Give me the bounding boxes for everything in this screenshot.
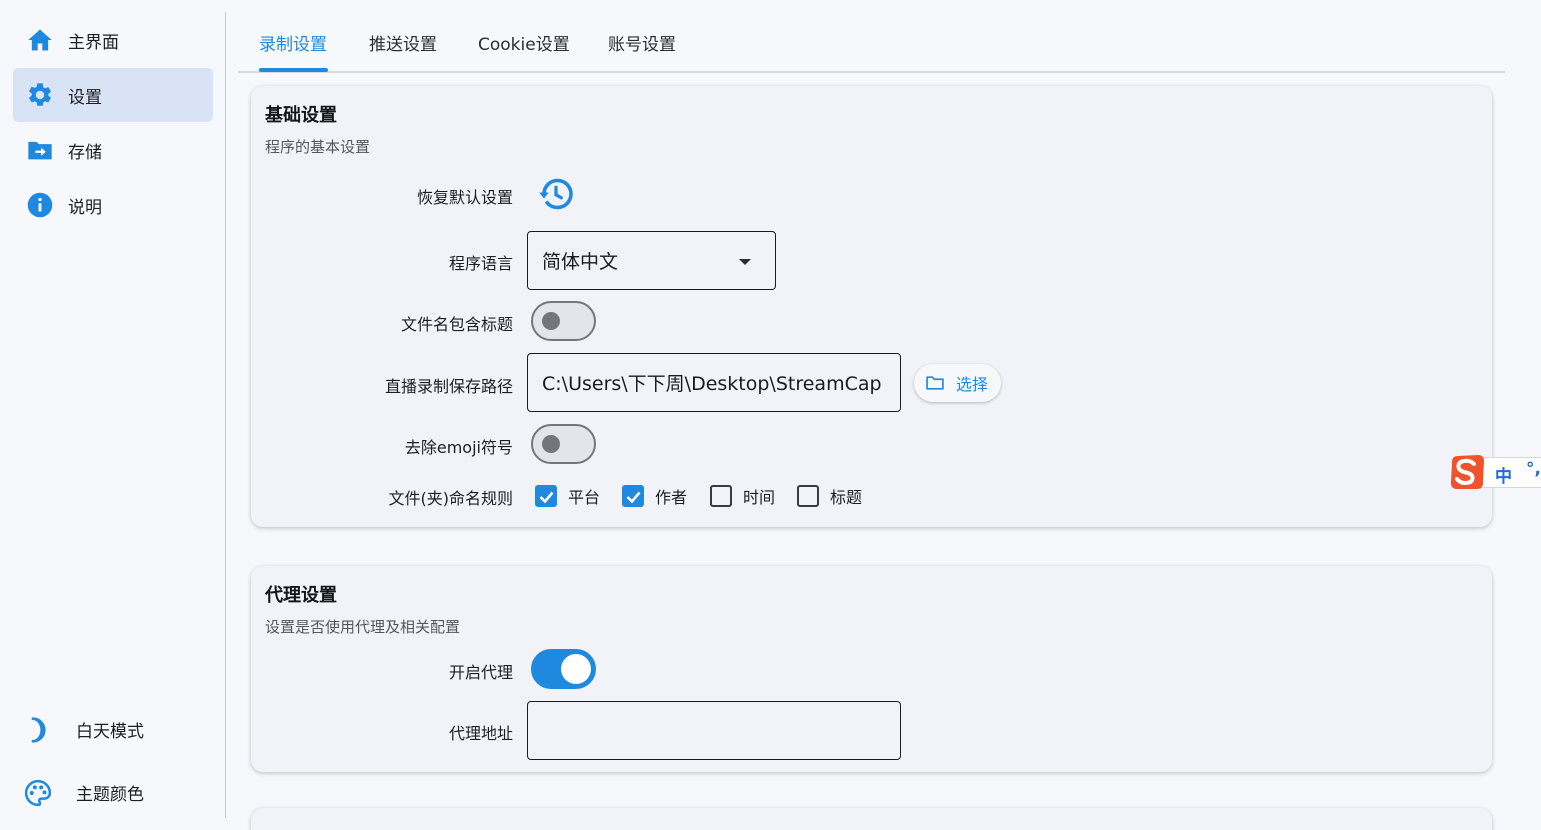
naming-option-platform[interactable]: 平台 — [535, 484, 600, 508]
ime-punctuation-label: °, — [1526, 459, 1541, 479]
folder-icon — [926, 376, 944, 390]
card-title: 代理设置 — [265, 585, 337, 606]
tab-recording-settings[interactable]: 录制设置 — [259, 30, 327, 55]
tab-push-settings[interactable]: 推送设置 — [369, 30, 437, 55]
choose-path-label: 选择 — [956, 375, 989, 394]
choose-path-button[interactable]: 选择 — [914, 364, 1001, 402]
home-icon — [28, 29, 52, 51]
checkbox-label: 时间 — [743, 488, 776, 507]
enable-proxy-label: 开启代理 — [448, 663, 513, 682]
naming-option-time[interactable]: 时间 — [710, 484, 775, 508]
sidebar-item-storage[interactable]: 存储 — [13, 123, 213, 177]
active-tab-indicator — [259, 68, 328, 72]
card-title: 基础设置 — [265, 105, 337, 126]
sidebar-item-label: 设置 — [68, 87, 102, 108]
moon-icon — [31, 717, 46, 743]
language-selected-value: 简体中文 — [542, 251, 619, 273]
palette-icon — [24, 779, 52, 807]
checkbox-unchecked[interactable] — [797, 485, 819, 507]
ime-mode-label: 中 — [1495, 467, 1512, 487]
filename-title-label: 文件名包含标题 — [400, 315, 513, 334]
folder-arrow-icon — [28, 141, 52, 160]
tab-cookie-settings[interactable]: Cookie设置 — [478, 30, 570, 55]
remove-emoji-switch[interactable] — [531, 424, 596, 464]
ime-toolbar[interactable]: 中 °, — [1448, 454, 1541, 491]
save-path-label: 直播录制保存路径 — [384, 377, 513, 396]
basic-settings-card: 基础设置 程序的基本设置 恢复默认设置 程序语言 简体中文 文件名包含标题 直播… — [251, 86, 1492, 527]
day-mode-label: 白天模式 — [76, 721, 144, 742]
checkbox-label: 作者 — [655, 488, 688, 507]
proxy-settings-card: 代理设置 设置是否使用代理及相关配置 开启代理 代理地址 — [251, 566, 1492, 772]
switch-knob — [561, 654, 591, 684]
language-dropdown[interactable]: 简体中文 — [527, 231, 776, 290]
naming-option-author[interactable]: 作者 — [622, 484, 687, 508]
proxy-address-input[interactable] — [527, 701, 901, 760]
card-subtitle: 设置是否使用代理及相关配置 — [265, 618, 461, 636]
checkbox-checked[interactable] — [535, 485, 557, 507]
checkbox-label: 标题 — [830, 488, 863, 507]
theme-color-label: 主题颜色 — [76, 784, 144, 805]
checkbox-label: 平台 — [568, 488, 601, 507]
remove-emoji-label: 去除emoji符号 — [404, 438, 513, 457]
sidebar-item-label: 主界面 — [68, 32, 119, 53]
sidebar-item-home[interactable]: 主界面 — [13, 13, 213, 67]
save-path-input[interactable] — [527, 353, 901, 412]
caret-down-icon — [739, 259, 751, 265]
filename-title-switch[interactable] — [531, 301, 596, 341]
theme-color-button[interactable]: 主题颜色 — [13, 767, 213, 817]
tab-account-settings[interactable]: 账号设置 — [608, 30, 676, 55]
naming-option-title[interactable]: 标题 — [797, 484, 862, 508]
sidebar-item-settings[interactable]: 设置 — [13, 68, 213, 122]
enable-proxy-switch[interactable] — [531, 649, 596, 689]
sidebar-item-about[interactable]: 说明 — [13, 178, 213, 232]
settings-tabs: 录制设置 推送设置 Cookie设置 账号设置 — [238, 12, 1505, 73]
checkbox-unchecked[interactable] — [710, 485, 732, 507]
app-window: 主界面 设置 存储 说明 白天模式 主题颜色 录制设置 推送设置 Cookie设… — [0, 0, 1541, 830]
proxy-address-label: 代理地址 — [448, 724, 513, 743]
restore-defaults-label: 恢复默认设置 — [416, 188, 513, 207]
switch-knob — [542, 435, 560, 453]
sogou-logo-icon — [1451, 455, 1484, 489]
gear-icon — [29, 83, 51, 106]
check-icon — [626, 491, 641, 504]
day-mode-toggle[interactable]: 白天模式 — [13, 704, 213, 754]
sidebar: 主界面 设置 存储 说明 白天模式 主题颜色 — [0, 0, 226, 830]
sidebar-item-label: 说明 — [68, 197, 102, 218]
language-label: 程序语言 — [448, 254, 513, 273]
naming-rule-label: 文件(夹)命名规则 — [388, 489, 514, 508]
card-subtitle: 程序的基本设置 — [265, 138, 371, 156]
checkbox-checked[interactable] — [622, 485, 644, 507]
info-icon — [27, 192, 53, 218]
next-settings-card — [251, 808, 1492, 830]
sidebar-item-label: 存储 — [68, 142, 102, 163]
switch-knob — [542, 312, 560, 330]
restore-history-icon[interactable] — [537, 176, 575, 212]
sidebar-divider — [225, 12, 226, 818]
check-icon — [539, 491, 554, 504]
